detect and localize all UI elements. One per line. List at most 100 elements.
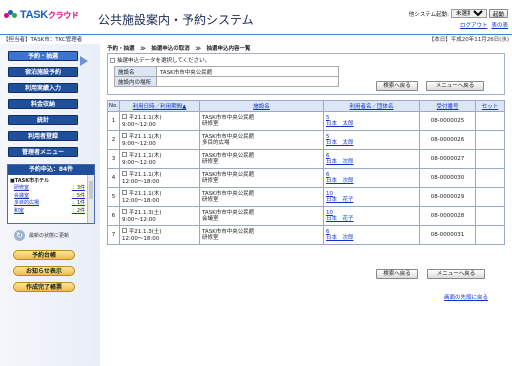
- nav-fee-collection[interactable]: 料金収納: [8, 99, 78, 109]
- header-links: ログアウト 表の表: [460, 21, 508, 29]
- table-row[interactable]: 7 平21.1.3(土) 12:00～18:00 TASK市市中央公民館 研修室 6 日本…: [107, 225, 505, 245]
- panel-item[interactable]: 和室 ：2件: [10, 208, 85, 216]
- table-row[interactable]: 2 平21.1.1(木) 9:00～12:00 TASK市市中央公民館 多目的広場 5 日…: [107, 130, 505, 150]
- back-to-menu-button[interactable]: メニューへ戻る: [426, 81, 484, 91]
- location-key: 施設内の場所: [114, 76, 157, 87]
- user-id-link[interactable]: 10: [326, 191, 333, 197]
- status-bar: 【担当者】TASK市：TKC管理者 【本日】平成20年11月26日(水): [0, 34, 512, 43]
- row-facility: TASK市市中央公民館 研修室: [199, 149, 324, 169]
- row-no: 7: [107, 225, 120, 245]
- user-name-link[interactable]: 日本 太郎: [326, 140, 354, 146]
- row-select-checkbox[interactable]: [122, 228, 127, 233]
- row-select-checkbox[interactable]: [122, 114, 127, 119]
- other-system-label: 他システム起動:: [408, 11, 449, 18]
- row-date: 平21.1.1(木) 12:00～18:00: [119, 168, 200, 188]
- active-nav-arrow-icon: [80, 56, 88, 66]
- row-user: 6 日本 次郎: [323, 149, 420, 169]
- row-date: 平21.1.1(木) 9:00～12:00: [119, 111, 200, 131]
- row-user: 5 日本 太郎: [323, 111, 420, 131]
- row-select-checkbox[interactable]: [122, 190, 127, 195]
- back-to-search-button-bottom[interactable]: 検索へ戻る: [376, 269, 418, 279]
- user-name-link[interactable]: 日本 次郎: [326, 235, 354, 241]
- panel-scrollbar[interactable]: [87, 175, 94, 223]
- user-name-link[interactable]: 日本 花子: [326, 197, 354, 203]
- user-name-link[interactable]: 日本 次郎: [326, 159, 354, 165]
- user-id-link[interactable]: 6: [326, 229, 330, 235]
- row-facility: TASK市市中央公民館 研修室: [199, 111, 324, 131]
- row-receipt: 08-0000026: [419, 130, 476, 150]
- nav-reserve-lottery[interactable]: 予約・抽選: [8, 51, 78, 61]
- panel-item[interactable]: 会議室 ：5件: [10, 193, 85, 201]
- selection-info-box: 抽選申込データを選択してください。 施設名 TASK市市中央公民館 施設内の場所…: [107, 53, 505, 95]
- refresh-icon: ↻: [14, 230, 25, 241]
- row-select-checkbox[interactable]: [122, 209, 127, 214]
- nav-statistics[interactable]: 統計: [8, 115, 78, 125]
- lottery-requests-table: No. 利用日時／利用期間▲ 施設名 利用者名／団体名 受付番号 セット 1 平…: [107, 100, 505, 245]
- refresh-button[interactable]: ↻ 最新の状態に更新: [14, 230, 69, 241]
- refresh-label: 最新の状態に更新: [29, 233, 70, 239]
- panel-title: 予約申込：84件: [8, 165, 94, 175]
- other-system-launcher: 他システム起動: 未選択 起動: [409, 9, 508, 18]
- nav-usage-input[interactable]: 利用実績入力: [8, 83, 78, 93]
- back-to-menu-button-bottom[interactable]: メニューへ戻る: [427, 269, 485, 279]
- row-receipt: 08-0000027: [419, 149, 476, 169]
- row-no: 4: [107, 168, 120, 188]
- row-select-checkbox[interactable]: [122, 152, 127, 157]
- nav-admin-menu[interactable]: 管理者メニュー: [8, 147, 78, 157]
- row-no: 3: [107, 149, 120, 169]
- row-set: [475, 206, 505, 226]
- row-user: 10 日本 花子: [323, 187, 420, 207]
- table-row[interactable]: 1 平21.1.1(木) 9:00～12:00 TASK市市中央公民館 研修室 5 日本 …: [107, 111, 505, 131]
- table-row[interactable]: 5 平21.1.1(木) 12:00～18:00 TASK市市中央公民館 研修室 10 日…: [107, 187, 505, 207]
- user-id-link[interactable]: 5: [326, 134, 330, 140]
- row-set: [475, 187, 505, 207]
- nav-lodging-reservation[interactable]: 宿泊施設予約: [8, 67, 78, 77]
- info-message: 抽選申込データを選択してください。: [110, 56, 210, 64]
- col-set-sort[interactable]: セット: [475, 100, 505, 112]
- col-no: No.: [107, 100, 120, 112]
- table-row[interactable]: 4 平21.1.1(木) 12:00～18:00 TASK市市中央公民館 研修室 6 日本…: [107, 168, 505, 188]
- panel-item[interactable]: 多目的広場 ：1件: [10, 200, 85, 208]
- completed-forms-button[interactable]: 作成完了帳票: [13, 282, 75, 292]
- reservation-ledger-button[interactable]: 予約台帳: [13, 250, 75, 260]
- row-date: 平21.1.1(木) 12:00～18:00: [119, 187, 200, 207]
- other-system-select[interactable]: 未選択: [450, 9, 487, 18]
- user-id-link[interactable]: 6: [326, 172, 330, 178]
- table-row[interactable]: 3 平21.1.1(木) 9:00～12:00 TASK市市中央公民館 研修室 6 日本 …: [107, 149, 505, 169]
- user-id-link[interactable]: 10: [326, 210, 333, 216]
- row-receipt: 08-0000031: [419, 225, 476, 245]
- row-receipt: 08-0000028: [419, 206, 476, 226]
- launch-button[interactable]: 起動: [488, 9, 508, 18]
- panel-group-label: ■TASK市ホテル: [10, 178, 50, 184]
- col-receipt-sort[interactable]: 受付番号: [419, 100, 476, 112]
- info-marker-icon: [110, 57, 115, 63]
- nav-user-registration[interactable]: 利用者登録: [8, 131, 78, 141]
- row-receipt: 08-0000029: [419, 187, 476, 207]
- table-row[interactable]: 6 平21.1.3(土) 9:00～12:00 TASK市市中央公民館 会議室 10 日本…: [107, 206, 505, 226]
- page-top-link[interactable]: 画面の先頭に戻る: [444, 293, 488, 301]
- user-name-link[interactable]: 日本 花子: [326, 216, 354, 222]
- operator-info: 【担当者】TASK市：TKC管理者: [3, 37, 83, 43]
- row-user: 6 日本 次郎: [323, 225, 420, 245]
- back-to-search-button[interactable]: 検索へ戻る: [376, 81, 418, 91]
- user-name-link[interactable]: 日本 次郎: [326, 178, 354, 184]
- user-id-link[interactable]: 6: [326, 153, 330, 159]
- system-title: 公共施設案内・予約システム: [98, 13, 254, 27]
- row-select-checkbox[interactable]: [122, 133, 127, 138]
- user-id-link[interactable]: 5: [326, 115, 330, 121]
- panel-item[interactable]: 研修室 ：3件: [10, 185, 85, 193]
- logo-text: TASKクラウド: [20, 9, 79, 21]
- row-date: 平21.1.1(木) 9:00～12:00: [119, 149, 200, 169]
- notice-display-button[interactable]: お知らせ表示: [13, 266, 75, 276]
- row-select-checkbox[interactable]: [122, 171, 127, 176]
- location-value: [156, 76, 339, 87]
- header-extra-link[interactable]: 表の表: [491, 21, 508, 29]
- row-receipt: 08-0000025: [419, 111, 476, 131]
- logout-link[interactable]: ログアウト: [460, 21, 488, 29]
- col-facility-sort[interactable]: 施設名: [199, 100, 324, 112]
- row-no: 5: [107, 187, 120, 207]
- col-date-sort[interactable]: 利用日時／利用期間▲: [119, 100, 200, 112]
- row-no: 6: [107, 206, 120, 226]
- user-name-link[interactable]: 日本 太郎: [326, 121, 354, 127]
- col-user-sort[interactable]: 利用者名／団体名: [323, 100, 420, 112]
